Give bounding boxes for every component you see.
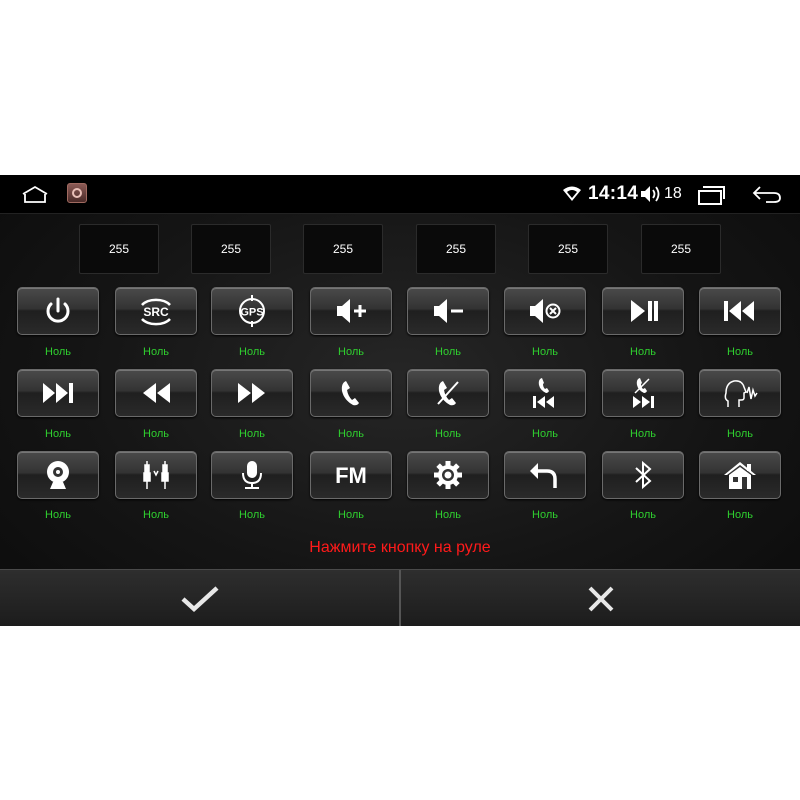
- button-status-label: Ноль: [532, 346, 558, 358]
- button-status-label: Ноль: [435, 346, 461, 358]
- instruction-prompt: Нажмите кнопку на руле: [309, 539, 491, 556]
- app-notification-icon[interactable]: [67, 183, 87, 203]
- mute-icon: [530, 299, 561, 323]
- volume-icon[interactable]: [640, 184, 662, 204]
- key-code-box: 255: [79, 224, 159, 274]
- voice-command-icon: [724, 380, 758, 407]
- power-button[interactable]: [17, 287, 99, 335]
- button-status-label: Ноль: [338, 509, 364, 521]
- return-button[interactable]: [504, 451, 586, 499]
- wifi-icon: [563, 186, 581, 201]
- rca-av-icon: [143, 461, 169, 489]
- svg-text:SRC: SRC: [143, 305, 169, 319]
- button-status-label: Ноль: [338, 346, 364, 358]
- next-track-icon: [43, 383, 73, 403]
- svg-text:GPS: GPS: [240, 307, 263, 319]
- return-icon: [530, 463, 557, 488]
- power-icon: [46, 297, 70, 323]
- bluetooth-button[interactable]: [602, 451, 684, 499]
- key-code-box: 255: [303, 224, 383, 274]
- button-status-label: Ноль: [239, 428, 265, 440]
- button-status-label: Ноль: [239, 346, 265, 358]
- phone-hangup-icon: [437, 381, 459, 406]
- av-input-button[interactable]: [115, 451, 197, 499]
- button-status-label: Ноль: [727, 428, 753, 440]
- phone-answer-button[interactable]: [310, 369, 392, 417]
- play-pause-icon: [631, 300, 658, 322]
- previous-track-button[interactable]: [699, 287, 781, 335]
- fast-forward-button[interactable]: [211, 369, 293, 417]
- steering-wheel-learn-screen: 14:14 18 255 255 255 255 255 255 SRC GPS…: [0, 175, 800, 626]
- camera-icon: [47, 461, 69, 489]
- fast-forward-icon: [238, 383, 265, 403]
- play-pause-button[interactable]: [602, 287, 684, 335]
- src-button[interactable]: SRC: [115, 287, 197, 335]
- key-code-box: 255: [641, 224, 721, 274]
- next-track-button[interactable]: [17, 369, 99, 417]
- phone-next-button[interactable]: [602, 369, 684, 417]
- settings-gear-icon: [434, 461, 462, 489]
- checkmark-icon: [180, 585, 219, 612]
- button-status-label: Ноль: [239, 509, 265, 521]
- button-status-label: Ноль: [45, 509, 71, 521]
- close-icon: [588, 586, 613, 611]
- fm-radio-button[interactable]: FM: [310, 451, 392, 499]
- microphone-button[interactable]: [211, 451, 293, 499]
- phone-next-icon: [633, 378, 654, 408]
- button-status-label: Ноль: [435, 509, 461, 521]
- home-icon: [724, 462, 756, 489]
- button-status-label: Ноль: [143, 509, 169, 521]
- button-status-label: Ноль: [532, 509, 558, 521]
- gps-icon: GPS: [239, 295, 265, 327]
- button-status-label: Ноль: [630, 346, 656, 358]
- cancel-button[interactable]: [401, 570, 800, 626]
- fm-icon: FM: [335, 463, 367, 488]
- volume-level: 18: [664, 185, 682, 202]
- volume-down-button[interactable]: [407, 287, 489, 335]
- camera-button[interactable]: [17, 451, 99, 499]
- bluetooth-icon: [635, 460, 652, 490]
- clock: 14:14: [588, 183, 639, 204]
- gps-button[interactable]: GPS: [211, 287, 293, 335]
- button-status-label: Ноль: [338, 428, 364, 440]
- key-code-box: 255: [416, 224, 496, 274]
- back-icon[interactable]: [752, 184, 782, 204]
- phone-answer-icon: [341, 381, 359, 406]
- svg-text:FM: FM: [335, 463, 367, 488]
- button-status-label: Ноль: [143, 346, 169, 358]
- status-bar: 14:14 18: [0, 175, 800, 214]
- mute-button[interactable]: [504, 287, 586, 335]
- button-status-label: Ноль: [727, 509, 753, 521]
- volume-down-icon: [434, 299, 463, 323]
- phone-previous-button[interactable]: [504, 369, 586, 417]
- button-status-label: Ноль: [532, 428, 558, 440]
- button-status-label: Ноль: [727, 346, 753, 358]
- key-code-box: 255: [191, 224, 271, 274]
- phone-previous-icon: [533, 378, 554, 408]
- action-bar: [0, 569, 800, 626]
- home-button[interactable]: [699, 451, 781, 499]
- volume-up-icon: [337, 299, 366, 323]
- button-status-label: Ноль: [435, 428, 461, 440]
- button-status-label: Ноль: [143, 428, 169, 440]
- button-status-label: Ноль: [630, 509, 656, 521]
- phone-hangup-button[interactable]: [407, 369, 489, 417]
- volume-up-button[interactable]: [310, 287, 392, 335]
- home-icon[interactable]: [20, 184, 50, 204]
- button-status-label: Ноль: [630, 428, 656, 440]
- confirm-button[interactable]: [0, 570, 399, 626]
- button-status-label: Ноль: [45, 346, 71, 358]
- voice-command-button[interactable]: [699, 369, 781, 417]
- rewind-button[interactable]: [115, 369, 197, 417]
- rewind-icon: [143, 383, 170, 403]
- src-icon: SRC: [141, 298, 171, 326]
- key-code-box: 255: [528, 224, 608, 274]
- microphone-icon: [242, 461, 262, 489]
- settings-button[interactable]: [407, 451, 489, 499]
- previous-track-icon: [724, 301, 754, 321]
- recents-icon[interactable]: [697, 185, 725, 205]
- button-status-label: Ноль: [45, 428, 71, 440]
